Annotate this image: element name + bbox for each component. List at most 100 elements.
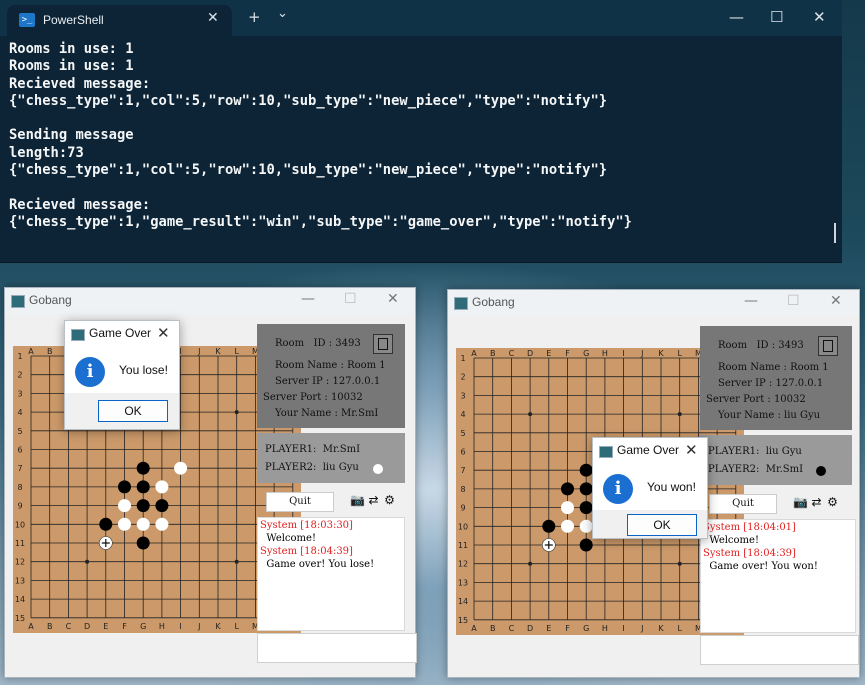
black-stone bbox=[155, 499, 169, 513]
dialog-close-icon[interactable]: ✕ bbox=[157, 324, 170, 342]
column-label: J bbox=[197, 347, 200, 356]
terminal-line: {"chess_type":1,"game_result":"win","sub… bbox=[9, 213, 632, 230]
room-id-label: Room ID : 3493 bbox=[275, 338, 361, 349]
room-info-panel: Room ID : 3493 Room Name : Room 1 Server… bbox=[257, 324, 405, 428]
black-stone bbox=[579, 482, 593, 496]
chat-log[interactable]: System [18:04:01] Welcome! System [18:04:… bbox=[700, 519, 856, 633]
close-button[interactable]: ✕ bbox=[830, 293, 842, 309]
column-label: L bbox=[677, 349, 682, 358]
window-titlebar: Gobang — ☐ ✕ bbox=[448, 290, 859, 316]
column-label: D bbox=[527, 624, 533, 633]
swap-icon[interactable]: ⇄ bbox=[367, 494, 380, 507]
ok-button[interactable]: OK bbox=[627, 514, 697, 536]
column-label: G bbox=[583, 349, 589, 358]
game-over-dialog: Game Over ✕ i You won! OK bbox=[592, 437, 708, 539]
row-label: 6 bbox=[17, 446, 22, 455]
message-input[interactable] bbox=[700, 635, 859, 665]
row-label: 1 bbox=[17, 352, 22, 361]
star-point bbox=[85, 559, 90, 564]
black-stone bbox=[136, 499, 150, 513]
star-point bbox=[528, 561, 533, 566]
scrollbar-thumb[interactable] bbox=[834, 223, 836, 243]
close-button[interactable]: ✕ bbox=[387, 291, 399, 307]
maximize-button[interactable]: ☐ bbox=[770, 8, 783, 26]
row-label: 2 bbox=[460, 373, 465, 382]
app-icon bbox=[454, 297, 468, 310]
minimize-button[interactable]: — bbox=[301, 291, 315, 307]
white-stone bbox=[561, 501, 574, 515]
tab-close-icon[interactable]: ✕ bbox=[207, 10, 219, 26]
row-label: 12 bbox=[458, 560, 468, 569]
swap-icon[interactable]: ⇄ bbox=[810, 496, 823, 509]
app-icon bbox=[11, 295, 25, 308]
message-input[interactable] bbox=[257, 633, 417, 663]
minimize-button[interactable]: — bbox=[744, 293, 758, 309]
ok-button[interactable]: OK bbox=[98, 400, 168, 422]
terminal-titlebar: >_ PowerShell ✕ + ⌄ — ☐ ✕ bbox=[0, 0, 842, 36]
column-label: J bbox=[640, 624, 643, 633]
column-label: B bbox=[47, 347, 53, 356]
game-over-dialog: Game Over ✕ i You lose! OK bbox=[64, 320, 180, 430]
black-stone bbox=[136, 480, 150, 494]
white-stone bbox=[155, 517, 169, 531]
maximize-button[interactable]: ☐ bbox=[787, 293, 800, 309]
tab-title: PowerShell bbox=[43, 13, 104, 27]
row-label: 14 bbox=[458, 597, 468, 606]
quit-button[interactable]: Quit bbox=[709, 494, 777, 514]
dialog-titlebar: Game Over ✕ bbox=[65, 321, 179, 347]
terminal-output[interactable]: Rooms in use: 1 Rooms in use: 1 Recieved m… bbox=[9, 41, 834, 231]
dialog-close-icon[interactable]: ✕ bbox=[685, 441, 698, 459]
column-label: K bbox=[215, 347, 221, 356]
close-button[interactable]: ✕ bbox=[813, 8, 826, 26]
column-label: L bbox=[677, 624, 682, 633]
column-label: B bbox=[490, 349, 496, 358]
column-label: C bbox=[509, 624, 515, 633]
server-ip: Server IP : 127.0.0.1 bbox=[718, 378, 824, 389]
settings-icon[interactable]: ⚙ bbox=[383, 494, 396, 507]
column-label: B bbox=[47, 622, 53, 631]
column-label: C bbox=[66, 622, 72, 631]
terminal-tab[interactable]: >_ PowerShell ✕ bbox=[7, 5, 232, 36]
row-label: 1 bbox=[460, 354, 465, 363]
star-point bbox=[677, 561, 682, 566]
quit-button[interactable]: Quit bbox=[266, 492, 334, 512]
tab-dropdown-icon[interactable]: ⌄ bbox=[277, 6, 288, 21]
column-label: D bbox=[527, 349, 533, 358]
row-label: 14 bbox=[15, 595, 25, 604]
column-label: B bbox=[490, 624, 496, 633]
copy-icon[interactable] bbox=[818, 336, 838, 356]
black-stone bbox=[579, 463, 593, 477]
column-label: C bbox=[509, 349, 515, 358]
terminal-line: Recieved message: bbox=[9, 196, 151, 213]
terminal-line: Sending message bbox=[9, 127, 134, 144]
column-label: K bbox=[658, 624, 664, 633]
log-message: Game over! You won! bbox=[703, 561, 818, 572]
log-message: Welcome! bbox=[703, 535, 759, 546]
column-label: I bbox=[622, 624, 624, 633]
minimize-button[interactable]: — bbox=[729, 8, 744, 26]
column-label: E bbox=[103, 622, 108, 631]
copy-icon[interactable] bbox=[373, 334, 393, 354]
terminal-line: {"chess_type":1,"col":5,"row":10,"sub_ty… bbox=[9, 162, 608, 179]
server-ip: Server IP : 127.0.0.1 bbox=[275, 376, 381, 387]
your-name: Your Name : liu Gyu bbox=[718, 410, 821, 421]
black-stone bbox=[542, 519, 556, 533]
dialog-message: You won! bbox=[647, 480, 696, 494]
new-tab-button[interactable]: + bbox=[248, 8, 261, 26]
dialog-body: i You won! bbox=[593, 464, 707, 510]
server-port: Server Port : 10032 bbox=[706, 394, 806, 405]
maximize-button[interactable]: ☐ bbox=[344, 291, 357, 307]
column-label: A bbox=[471, 349, 477, 358]
terminal-line: Rooms in use: 1 bbox=[9, 58, 134, 75]
settings-icon[interactable]: ⚙ bbox=[826, 496, 839, 509]
row-label: 12 bbox=[15, 558, 25, 567]
screenshot-icon[interactable]: 📷 bbox=[350, 494, 365, 507]
terminal-line: length:73 bbox=[9, 144, 84, 161]
app-icon bbox=[599, 446, 613, 458]
row-label: 9 bbox=[460, 504, 465, 513]
screenshot-icon[interactable]: 📷 bbox=[793, 496, 808, 509]
black-stone bbox=[579, 501, 593, 515]
white-stone bbox=[174, 461, 188, 475]
dialog-title: Game Over bbox=[89, 326, 152, 340]
chat-log[interactable]: System [18:03:30] Welcome! System [18:04:… bbox=[257, 517, 405, 631]
